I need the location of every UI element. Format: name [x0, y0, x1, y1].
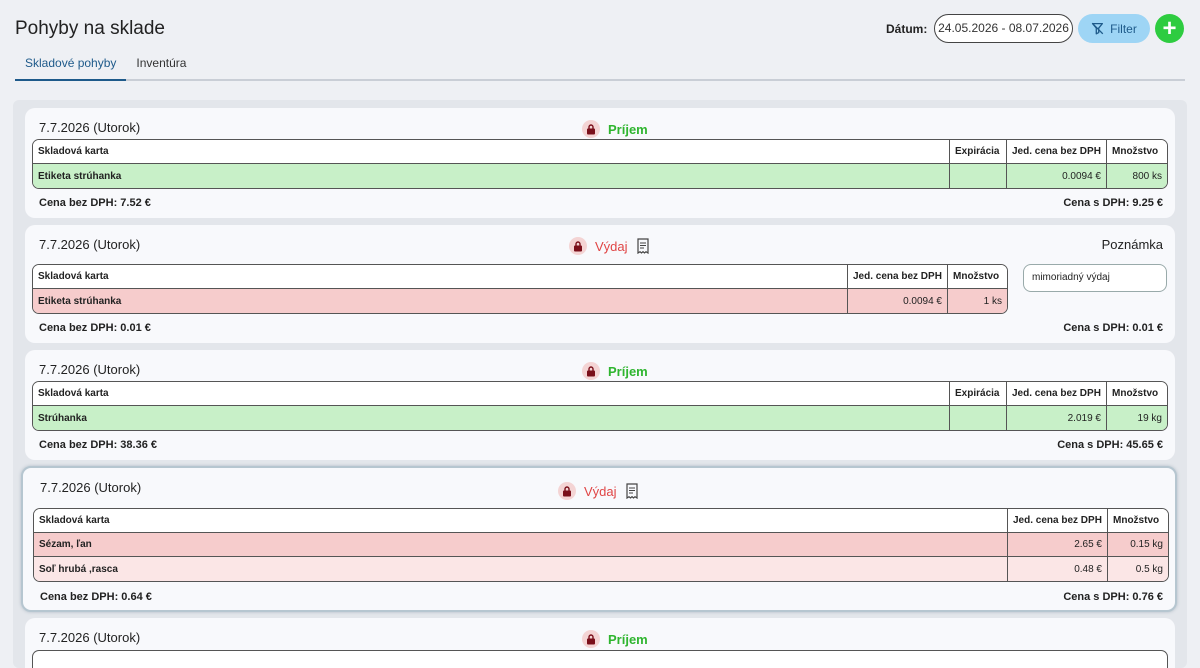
receipt-icon[interactable]: [636, 238, 650, 254]
total-net: Cena bez DPH: 38.36 €: [39, 439, 157, 451]
cell-quantity: 0.5 kg: [1108, 557, 1168, 581]
page-title: Pohyby na sklade: [15, 18, 165, 39]
movement-table: Skladová karta Expirácia Jed. cena bez D…: [32, 381, 1168, 431]
column-header-card: Skladová karta: [34, 509, 1008, 533]
movements-list: 7.7.2026 (Utorok) Príjem Skladová karta …: [13, 100, 1187, 668]
add-movement-button[interactable]: +: [1155, 14, 1184, 43]
cell-unit-price: 0.0094 €: [1007, 164, 1107, 188]
filter-label: Filter: [1110, 21, 1137, 36]
table-header-row: Skladová karta Expirácia Jed. cena bez D…: [33, 382, 1167, 406]
movement-card[interactable]: 7.7.2026 (Utorok) Príjem Skladová karta …: [25, 350, 1175, 460]
filter-off-icon: [1091, 22, 1104, 35]
movement-type-label: Výdaj: [595, 238, 628, 254]
table-row[interactable]: Strúhanka 2.019 € 19 kg: [33, 406, 1167, 430]
table-header-row: Skladová karta Jed. cena bez DPH Množstv…: [33, 265, 1007, 289]
table-row[interactable]: Soľ hrubá ,rasca 0.48 € 0.5 kg: [34, 557, 1168, 581]
total-gross: Cena s DPH: 45.65 €: [1057, 439, 1163, 451]
table-header-row: Skladová karta Jed. cena bez DPH Množstv…: [34, 509, 1168, 533]
column-header-unit-price: Jed. cena bez DPH: [1007, 382, 1107, 406]
column-header-unit-price: Jed. cena bez DPH: [1008, 509, 1108, 533]
table-row[interactable]: Etiketa strúhanka 0.0094 € 800 ks: [33, 164, 1167, 188]
column-header-unit-price: Jed. cena bez DPH: [1007, 140, 1107, 164]
lock-icon: [582, 630, 600, 648]
movement-type: Výdaj: [558, 482, 639, 500]
movement-table: [32, 650, 1168, 668]
column-header-card: Skladová karta: [33, 382, 950, 406]
movement-table: Skladová karta Jed. cena bez DPH Množstv…: [32, 264, 1008, 314]
column-header-card: Skladová karta: [33, 140, 950, 164]
movement-date: 7.7.2026 (Utorok): [39, 120, 141, 135]
column-header-quantity: Množstvo: [948, 265, 1007, 289]
movement-type: Výdaj: [569, 237, 650, 255]
cell-card: Sézam, ľan: [34, 533, 1008, 557]
total-net: Cena bez DPH: 7.52 €: [39, 197, 151, 209]
total-gross: Cena s DPH: 9.25 €: [1063, 197, 1163, 209]
note-title: Poznámka: [1101, 237, 1163, 252]
cell-quantity: 0.15 kg: [1108, 533, 1168, 557]
cell-expiry: [950, 164, 1007, 188]
cell-quantity: 19 kg: [1107, 406, 1167, 430]
movement-type: Príjem: [582, 630, 648, 648]
movement-type-label: Príjem: [608, 121, 648, 137]
table-row[interactable]: Etiketa strúhanka 0.0094 € 1 ks: [33, 289, 1007, 313]
movement-date: 7.7.2026 (Utorok): [40, 480, 142, 495]
cell-unit-price: 2.65 €: [1008, 533, 1108, 557]
column-header-quantity: Množstvo: [1107, 382, 1167, 406]
movement-card[interactable]: 7.7.2026 (Utorok) Výdaj Poznámka Skladov…: [25, 225, 1175, 343]
column-header-unit-price: Jed. cena bez DPH: [848, 265, 948, 289]
tab-bar: Skladové pohyby Inventúra: [15, 55, 1185, 81]
movement-card[interactable]: 7.7.2026 (Utorok) Príjem: [25, 618, 1175, 668]
movement-table: Skladová karta Expirácia Jed. cena bez D…: [32, 139, 1168, 189]
plus-icon: +: [1162, 15, 1177, 42]
receipt-icon[interactable]: [625, 483, 639, 499]
movement-type: Príjem: [582, 120, 648, 138]
cell-card: Etiketa strúhanka: [33, 164, 950, 188]
movement-type-label: Výdaj: [584, 483, 617, 499]
cell-unit-price: 2.019 €: [1007, 406, 1107, 430]
cell-card: Etiketa strúhanka: [33, 289, 848, 313]
tab-inventory[interactable]: Inventúra: [126, 55, 196, 81]
cell-expiry: [950, 406, 1007, 430]
movement-table: Skladová karta Jed. cena bez DPH Množstv…: [33, 508, 1169, 582]
movement-card[interactable]: 7.7.2026 (Utorok) Príjem Skladová karta …: [25, 108, 1175, 218]
note-field[interactable]: mimoriadný výdaj: [1023, 264, 1167, 292]
lock-icon: [569, 237, 587, 255]
table-row[interactable]: Sézam, ľan 2.65 € 0.15 kg: [34, 533, 1168, 557]
total-net: Cena bez DPH: 0.64 €: [40, 591, 152, 603]
date-range-picker[interactable]: 24.05.2026 - 08.07.2026: [934, 14, 1073, 43]
lock-icon: [582, 120, 600, 138]
movement-type: Príjem: [582, 362, 648, 380]
movement-date: 7.7.2026 (Utorok): [39, 362, 141, 377]
movement-card-selected[interactable]: 7.7.2026 (Utorok) Výdaj Skladová karta J…: [21, 466, 1177, 612]
column-header-card: Skladová karta: [33, 265, 848, 289]
total-gross: Cena s DPH: 0.01 €: [1063, 322, 1163, 334]
date-label: Dátum:: [886, 22, 928, 36]
filter-button[interactable]: Filter: [1078, 14, 1150, 43]
cell-card: Strúhanka: [33, 406, 950, 430]
column-header-quantity: Množstvo: [1107, 140, 1167, 164]
cell-quantity: 1 ks: [948, 289, 1007, 313]
table-header-row: Skladová karta Expirácia Jed. cena bez D…: [33, 140, 1167, 164]
movement-date: 7.7.2026 (Utorok): [39, 237, 141, 252]
movement-type-label: Príjem: [608, 631, 648, 647]
lock-icon: [558, 482, 576, 500]
cell-quantity: 800 ks: [1107, 164, 1167, 188]
column-header-expiry: Expirácia: [950, 140, 1007, 164]
lock-icon: [582, 362, 600, 380]
tab-stock-movements[interactable]: Skladové pohyby: [15, 55, 127, 81]
cell-unit-price: 0.0094 €: [848, 289, 948, 313]
total-gross: Cena s DPH: 0.76 €: [1063, 591, 1163, 603]
movement-date: 7.7.2026 (Utorok): [39, 630, 141, 645]
total-net: Cena bez DPH: 0.01 €: [39, 322, 151, 334]
column-header-quantity: Množstvo: [1108, 509, 1168, 533]
page-header: Pohyby na sklade Skladové pohyby Inventú…: [0, 0, 1200, 95]
column-header-expiry: Expirácia: [950, 382, 1007, 406]
movement-type-label: Príjem: [608, 363, 648, 379]
cell-unit-price: 0.48 €: [1008, 557, 1108, 581]
cell-card: Soľ hrubá ,rasca: [34, 557, 1008, 581]
